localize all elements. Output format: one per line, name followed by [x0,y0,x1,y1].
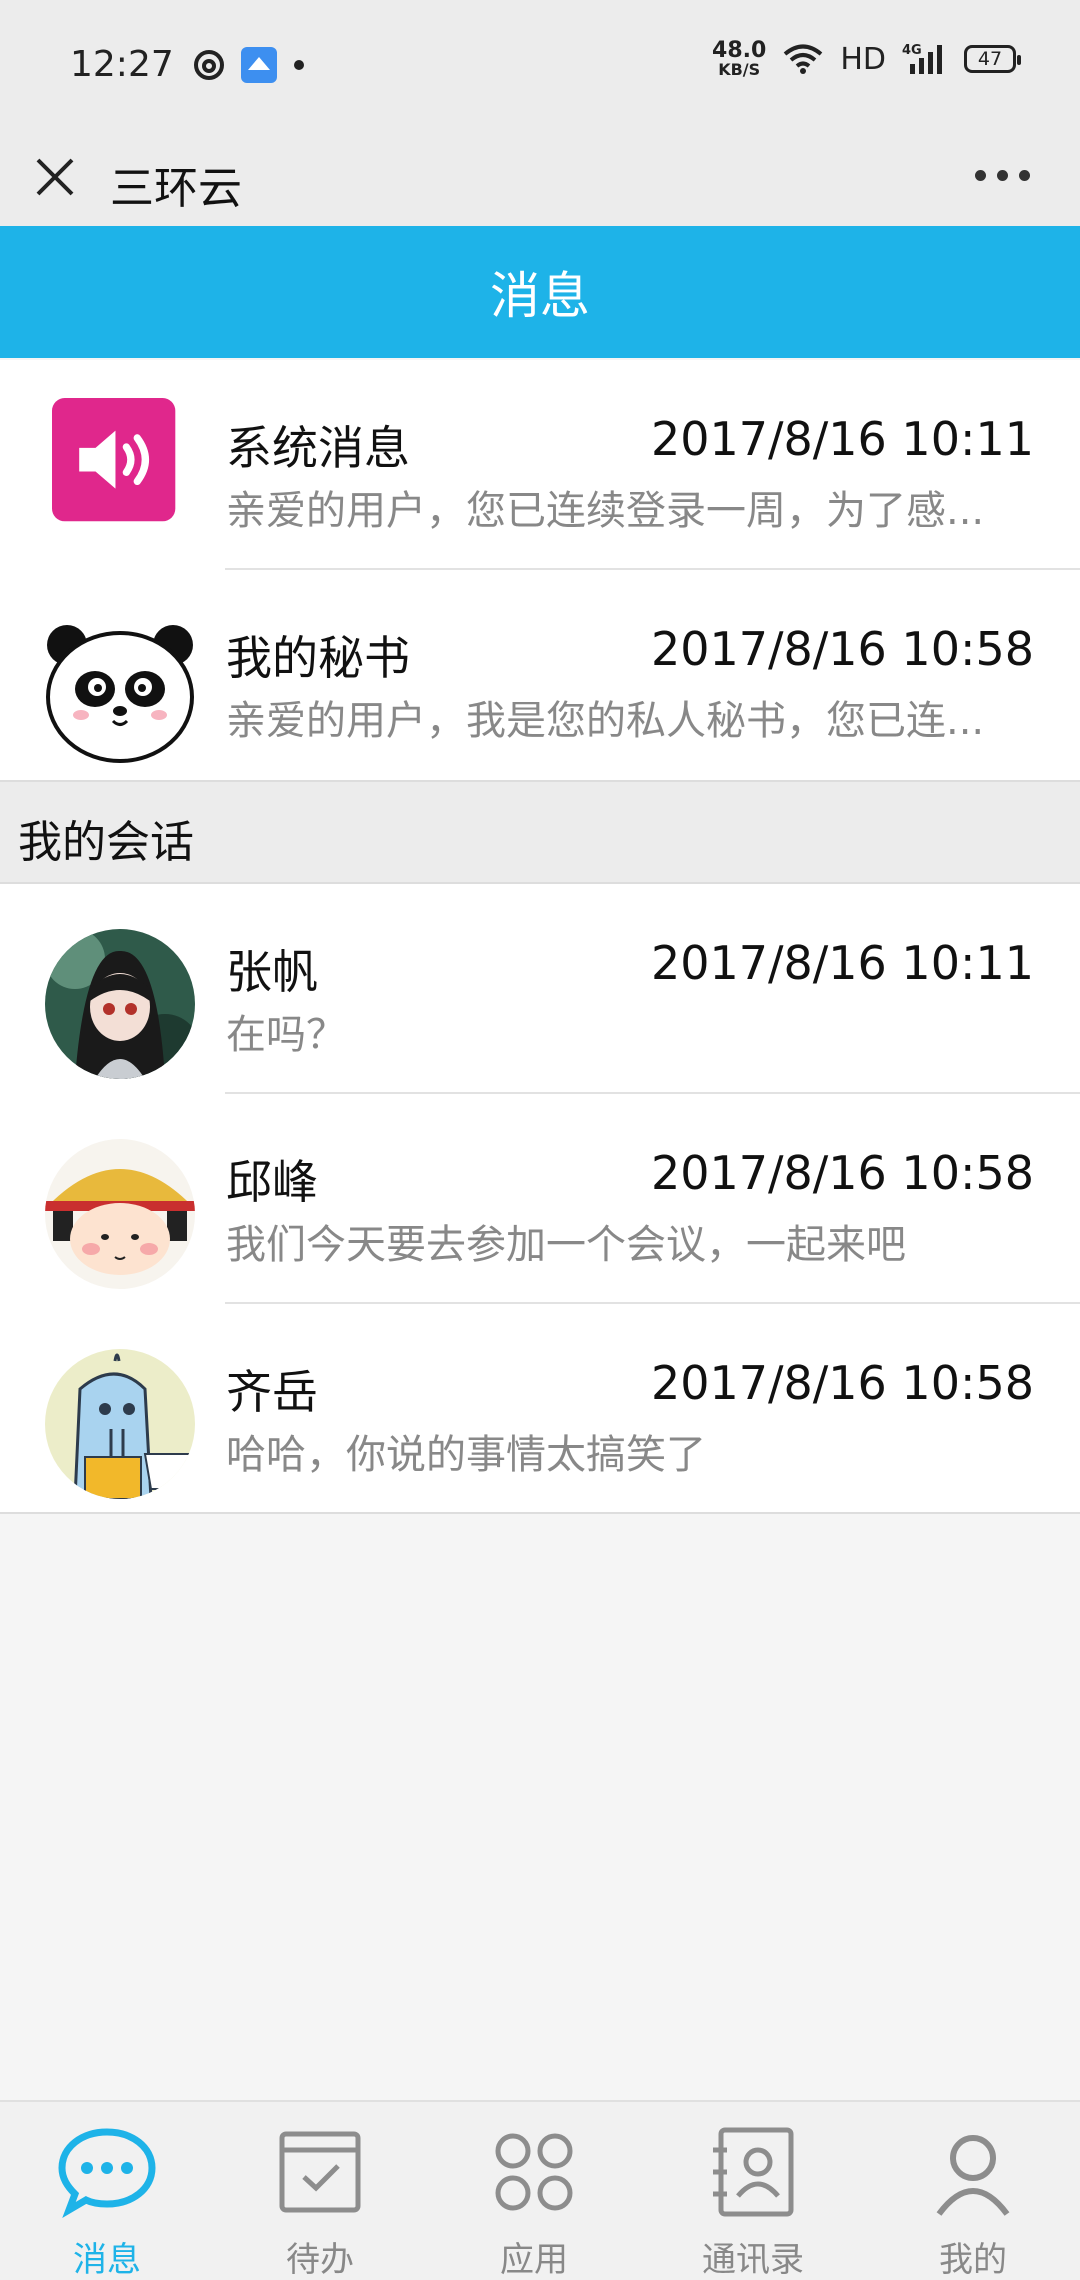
person-icon [936,2135,1010,2216]
cloud-app-icon [241,47,277,83]
tab-label: 应用 [500,2240,568,2280]
status-right: 48.0 KB/S HD 4G 47 [712,38,1021,79]
avatar-icon [45,929,195,1079]
item-time: 2017/8/16 10:11 [650,936,1034,990]
section-title: 我的会话 [18,817,194,868]
speaker-icon [52,398,176,522]
panda-avatar [46,625,194,763]
tab-todo[interactable]: 待办 [220,2102,420,2280]
list-item-conversation[interactable]: 齐岳 2017/8/16 10:58 哈哈，你说的事情太搞笑了 [0,1304,1080,1514]
tab-apps[interactable]: 应用 [434,2102,634,2280]
dot-icon [294,60,304,70]
conversation-list: 张帆 2017/8/16 10:11 在吗？ 邱峰 2017/8/16 10:5… [0,884,1080,1514]
tab-contacts[interactable]: 通讯录 [653,2102,853,2280]
signal-icon: 4G [902,43,942,74]
item-name: 我的秘书 [226,631,410,685]
tab-label: 待办 [286,2240,354,2280]
item-time: 2017/8/16 10:58 [650,622,1034,676]
page-title: 消息 [490,267,590,325]
nav-title: 三环云 [110,163,242,214]
item-message: 哈哈，你说的事情太搞笑了 [226,1432,706,1478]
hd-indicator: HD [840,41,886,77]
todo-check-icon [279,2131,361,2213]
item-message: 亲爱的用户，您已连续登录一周，为了感... [226,488,985,534]
list-item-system-message[interactable]: 系统消息 2017/8/16 10:11 亲爱的用户，您已连续登录一周，为了感.… [0,360,1080,570]
system-list: 系统消息 2017/8/16 10:11 亲爱的用户，您已连续登录一周，为了感.… [0,360,1080,780]
tab-label: 消息 [73,2240,141,2280]
item-time: 2017/8/16 10:58 [650,1146,1034,1200]
close-icon[interactable] [30,152,80,202]
svg-text:4G: 4G [902,43,922,58]
item-message: 在吗？ [226,1012,346,1058]
list-item-conversation[interactable]: 张帆 2017/8/16 10:11 在吗？ [0,884,1080,1094]
battery-icon: 47 [964,45,1021,73]
list-item-secretary[interactable]: 我的秘书 2017/8/16 10:58 亲爱的用户，我是您的私人秘书，您已连.… [0,570,1080,780]
item-time: 2017/8/16 10:58 [650,1356,1034,1410]
item-name: 系统消息 [226,421,410,475]
music-app-icon [194,50,224,80]
chat-bubble-icon [58,2128,156,2219]
tab-label: 通讯录 [702,2240,804,2280]
status-time: 12:27 [70,44,174,85]
status-bar: 12:27 48.0 KB/S HD 4G 47 [0,0,1080,130]
list-item-conversation[interactable]: 邱峰 2017/8/16 10:58 我们今天要去参加一个会议，一起来吧 [0,1094,1080,1304]
bottom-tab-bar: 消息 待办 应用 通讯录 我的 [0,2100,1080,2280]
tab-messages[interactable]: 消息 [7,2102,207,2280]
tab-me[interactable]: 我的 [873,2102,1073,2280]
net-speed: 48.0 KB/S [712,38,767,79]
wifi-icon [784,44,823,74]
apps-grid-icon [495,2133,573,2211]
nav-bar: 三环云 [0,130,1080,226]
tab-label: 我的 [939,2240,1007,2280]
more-icon[interactable] [975,170,1030,181]
item-message: 我们今天要去参加一个会议，一起来吧 [226,1222,906,1268]
section-header: 我的会话 [0,780,1080,884]
item-name: 张帆 [226,945,318,999]
item-name: 邱峰 [226,1155,318,1209]
item-message: 亲爱的用户，我是您的私人秘书，您已连... [226,698,985,744]
item-name: 齐岳 [226,1365,318,1419]
avatar-icon [45,1349,195,1499]
contacts-book-icon [713,2127,794,2217]
avatar-icon [45,1139,195,1289]
item-time: 2017/8/16 10:11 [650,412,1034,466]
page-header: 消息 [0,226,1080,358]
notification-icons [192,46,306,84]
